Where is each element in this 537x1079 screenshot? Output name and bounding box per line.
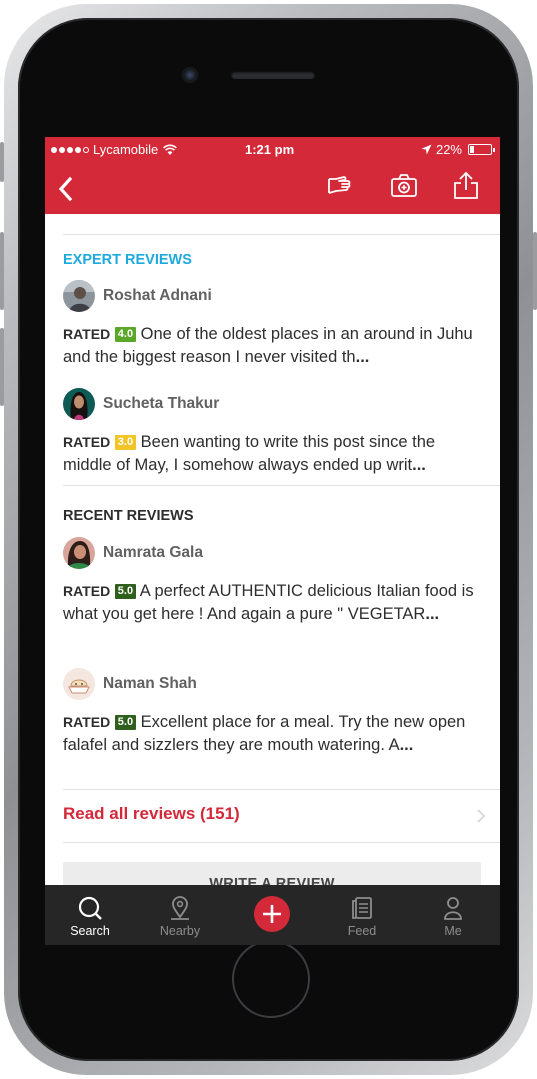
expert-reviews-title: EXPERT REVIEWS: [63, 252, 192, 268]
review-text: RATED 4.0 One of the oldest places in an…: [63, 323, 483, 369]
battery-level-fill: [470, 146, 475, 153]
write-review-button[interactable]: WRITE A REVIEW: [63, 862, 481, 885]
review-text: RATED 5.0 Excellent place for a meal. Tr…: [63, 711, 483, 757]
power-button: [533, 232, 537, 310]
battery-icon: [468, 144, 495, 155]
rated-label: RATED: [63, 326, 111, 342]
reviewer-name[interactable]: Naman Shah: [103, 675, 197, 693]
rated-label: RATED: [63, 583, 111, 599]
avatar[interactable]: [63, 388, 95, 420]
rating-badge: 5.0: [114, 584, 137, 599]
avatar[interactable]: [63, 537, 95, 569]
front-camera: [182, 67, 198, 83]
review-text: RATED 3.0 Been wanting to write this pos…: [63, 431, 483, 477]
earpiece-speaker: [231, 71, 315, 79]
home-button[interactable]: [232, 940, 310, 1018]
battery-percent: 22%: [435, 142, 462, 157]
tab-feed[interactable]: Feed: [322, 885, 402, 945]
app-header: Lycamobile 1:21 pm 22%: [45, 137, 500, 214]
feed-icon: [352, 897, 372, 919]
review-item[interactable]: Sucheta Thakur RATED 3.0 Been wanting to…: [63, 388, 483, 477]
review-item[interactable]: Namrata Gala RATED 5.0 A perfect AUTHENT…: [63, 537, 483, 626]
tab-label: Search: [70, 924, 110, 938]
back-chevron-icon[interactable]: [53, 173, 79, 205]
location-pin-icon: [171, 896, 189, 920]
header-toolbar: [45, 169, 500, 209]
location-arrow-icon: [421, 144, 432, 155]
divider: [63, 485, 500, 486]
tab-label: Me: [444, 924, 462, 938]
person-icon: [444, 897, 462, 920]
add-icon: [263, 905, 281, 923]
mute-switch: [0, 142, 4, 182]
review-ellipsis: ...: [412, 456, 426, 474]
reviewer-name[interactable]: Roshat Adnani: [103, 287, 212, 305]
write-review-label: WRITE A REVIEW: [209, 876, 335, 885]
volume-up-button: [0, 232, 4, 310]
carrier-name: Lycamobile: [93, 142, 159, 157]
bottom-tab-bar: Search Nearby Feed Me: [45, 885, 500, 945]
wifi-icon: [163, 144, 178, 155]
share-icon[interactable]: [451, 171, 481, 201]
review-item[interactable]: Naman Shah RATED 5.0 Excellent place for…: [63, 668, 483, 757]
rating-badge: 5.0: [114, 715, 137, 730]
hand-icon[interactable]: [324, 171, 354, 201]
volume-down-button: [0, 328, 4, 406]
reviews-content: EXPERT REVIEWS Roshat Adnani RATED 4.0 O…: [45, 214, 500, 885]
rated-label: RATED: [63, 434, 111, 450]
camera-icon[interactable]: [389, 171, 419, 201]
rating-badge: 3.0: [114, 435, 137, 450]
read-all-reviews-link[interactable]: Read all reviews (151): [63, 804, 240, 824]
chevron-right-icon[interactable]: [476, 808, 486, 824]
review-ellipsis: ...: [425, 605, 440, 623]
status-time: 1:21 pm: [245, 142, 295, 157]
reviewer-name[interactable]: Sucheta Thakur: [103, 395, 219, 413]
review-ellipsis: ...: [355, 348, 370, 366]
search-icon: [78, 896, 102, 920]
tab-label: Nearby: [159, 924, 201, 938]
review-text: RATED 5.0 A perfect AUTHENTIC delicious …: [63, 580, 483, 626]
review-ellipsis: ...: [399, 736, 414, 754]
status-bar: Lycamobile 1:21 pm 22%: [45, 141, 500, 159]
tab-nearby[interactable]: Nearby: [140, 885, 220, 945]
divider: [63, 789, 500, 790]
signal-strength-icon: [51, 146, 89, 153]
avatar[interactable]: [63, 280, 95, 312]
rating-badge: 4.0: [114, 327, 137, 342]
tab-me[interactable]: Me: [413, 885, 493, 945]
tab-search[interactable]: Search: [50, 885, 130, 945]
review-item[interactable]: Roshat Adnani RATED 4.0 One of the oldes…: [63, 280, 483, 369]
avatar[interactable]: [63, 668, 95, 700]
divider: [63, 234, 500, 235]
app-screen: Lycamobile 1:21 pm 22% EXPERT REVIEWS Ro…: [45, 137, 500, 945]
tab-label: Feed: [347, 924, 377, 938]
divider: [63, 842, 500, 843]
rated-label: RATED: [63, 714, 111, 730]
reviewer-name[interactable]: Namrata Gala: [103, 544, 203, 562]
recent-reviews-title: RECENT REVIEWS: [63, 508, 194, 524]
add-button[interactable]: [254, 896, 290, 932]
